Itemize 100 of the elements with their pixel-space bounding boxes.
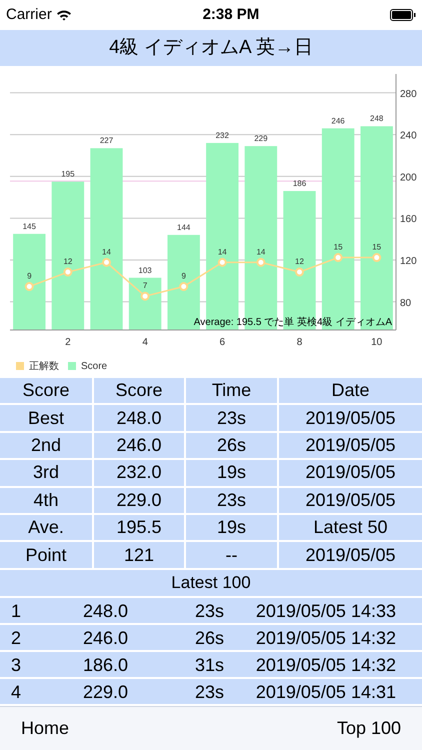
table-cell: Ave. (0, 514, 92, 540)
column-header: Time (186, 378, 277, 404)
row-cell-text: 2019/05/05 14:33 (254, 600, 397, 623)
table-cell: 19s (186, 460, 277, 486)
bar-value-label: 144 (177, 222, 190, 232)
row-cell-text: 186.0 (82, 654, 128, 677)
row-cell-text: 26s (194, 626, 225, 650)
table-cell: -- (186, 542, 277, 568)
legend-swatch (68, 362, 76, 370)
x-tick-label: 4 (142, 337, 148, 348)
table-cell: 23s (186, 405, 277, 431)
table-cell: 2019/05/05 (279, 405, 422, 431)
history-row[interactable]: 1 248.0 23s 2019/05/05 14:33 (0, 598, 422, 623)
legend-swatch (16, 362, 24, 370)
table-cell: 2019/05/05 (279, 460, 422, 486)
table-cell: 4th (0, 488, 92, 513)
row-cell-text: 23s (194, 680, 225, 704)
bar-value-label: 103 (138, 266, 152, 275)
point-value-label: 12 (295, 257, 304, 266)
bar-value-label: 186 (292, 179, 306, 188)
line-point (179, 282, 188, 292)
clock-time: 2:38 PM (202, 4, 260, 25)
table-cell: 3rd (0, 460, 92, 486)
point-value-label: 12 (63, 257, 72, 266)
row-cell-text: 2019/05/05 14:32 (254, 654, 397, 677)
line-point (218, 258, 227, 267)
table-cell: 246.0 (94, 432, 184, 458)
x-tick-label: 10 (371, 337, 382, 348)
average-caption: Average: 195.5 でた単 英検4級 イディオムA (194, 317, 392, 328)
table-cell: 19s (186, 514, 277, 540)
table-cell: 229.0 (94, 488, 184, 513)
x-tick-label: 8 (296, 337, 302, 348)
y-tick-label: 120 (400, 256, 417, 267)
history-row[interactable]: 4 229.0 23s 2019/05/05 14:31 (0, 678, 422, 704)
line-point (140, 292, 150, 301)
battery-icon (390, 9, 416, 21)
line-point (256, 258, 266, 267)
line-point (295, 268, 304, 277)
point-value-label: 14 (256, 247, 266, 256)
point-value-label: 15 (334, 242, 343, 252)
home-button[interactable]: Home (21, 715, 70, 742)
section-header: Latest 100 (0, 570, 422, 596)
point-value-label: 14 (218, 247, 227, 256)
table-cell: 2019/05/05 (279, 542, 422, 568)
column-header: Score (94, 378, 184, 404)
point-value-label: 9 (181, 272, 186, 281)
table-cell: 195.5 (94, 514, 184, 540)
row-cell-text: 1 (10, 600, 22, 623)
y-tick-label: 240 (400, 130, 417, 142)
bar-value-label: 145 (22, 222, 36, 231)
table-cell: Point (0, 542, 92, 568)
row-cell-text: 3 (10, 654, 22, 677)
row-cell-text: 246.0 (82, 626, 128, 650)
table-cell: Latest 50 (279, 514, 422, 540)
table-cell: 2019/05/05 (279, 488, 422, 513)
table-cell: 2nd (0, 432, 92, 458)
bar-value-label: 195 (61, 170, 75, 179)
point-value-label: 15 (372, 242, 382, 252)
legend-label: Score (81, 360, 108, 374)
table-cell: 26s (186, 432, 277, 458)
x-tick-label: 2 (65, 337, 71, 348)
row-cell-text: 23s (194, 600, 225, 623)
y-tick-label: 200 (400, 172, 417, 184)
row-cell-text: 2019/05/05 14:32 (254, 626, 397, 650)
y-tick-label: 280 (400, 88, 417, 100)
line-point (334, 253, 343, 262)
y-tick-label: 160 (400, 214, 417, 226)
screen-title: 4級 イディオムA 英→日 (109, 36, 313, 60)
bar-value-label: 229 (254, 134, 268, 144)
top-100-button[interactable]: Top 100 (336, 715, 401, 742)
legend-label: 正解数 (29, 360, 59, 374)
bar-value-label: 246 (331, 116, 345, 126)
line-point (372, 253, 382, 262)
score-bar (128, 278, 162, 330)
carrier-label: Carrier (6, 4, 52, 25)
row-cell-text: 31s (194, 654, 225, 677)
history-row[interactable]: 3 186.0 31s 2019/05/05 14:32 (0, 652, 422, 677)
table-cell: 2019/05/05 (279, 432, 422, 458)
row-cell-text: 2019/05/05 14:31 (254, 680, 397, 704)
y-tick-label: 80 (400, 298, 412, 309)
point-value-label: 14 (102, 247, 111, 256)
line-point (24, 282, 34, 292)
point-value-label: 9 (27, 272, 32, 281)
table-cell: 232.0 (94, 460, 184, 486)
bar-value-label: 248 (370, 114, 384, 124)
row-cell-text: 248.0 (82, 600, 128, 623)
row-cell-text: 4 (10, 680, 22, 704)
row-cell-text: 2 (10, 626, 22, 650)
table-cell: 121 (94, 542, 184, 568)
column-header: Date (279, 378, 422, 404)
row-cell-text: 229.0 (82, 680, 128, 704)
line-point (63, 268, 72, 277)
table-cell: Best (0, 405, 92, 431)
history-row[interactable]: 2 246.0 26s 2019/05/05 14:32 (0, 624, 422, 650)
bar-value-label: 227 (100, 136, 114, 146)
x-tick-label: 6 (220, 337, 226, 348)
point-value-label: 7 (142, 281, 148, 290)
table-cell: 248.0 (94, 405, 184, 431)
table-cell: 23s (186, 488, 277, 513)
bar-value-label: 232 (216, 130, 229, 140)
